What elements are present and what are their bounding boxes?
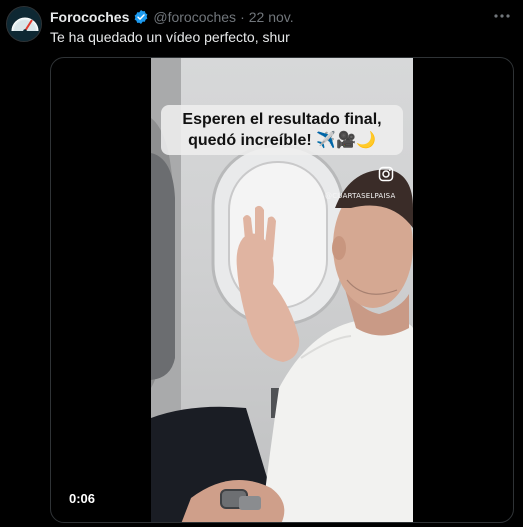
video-duration: 0:06 [63, 489, 102, 508]
caption-line-1: Esperen el resultado final, [182, 111, 382, 128]
tweet-date[interactable]: 22 nov. [249, 9, 294, 25]
video-frame[interactable]: Esperen el resultado final, quedó increí… [151, 58, 413, 522]
video-watermark: @CUARTASELPAISA [325, 192, 396, 200]
verified-badge-icon [133, 9, 149, 25]
author-handle[interactable]: @forocoches [153, 9, 236, 25]
separator-dot: · [240, 9, 245, 25]
video-player[interactable]: Esperen el resultado final, quedó increí… [50, 57, 514, 523]
caption-line-2: quedó increíble! ✈️🎥🌙 [188, 132, 376, 149]
more-icon[interactable] [493, 9, 511, 23]
forocoches-logo-icon [7, 7, 41, 41]
video-caption: Esperen el resultado final, quedó increí… [161, 105, 403, 155]
tweet: Forocoches @forocoches · 22 nov. Te ha q… [0, 0, 523, 527]
tweet-text: Te ha quedado un vídeo perfecto, shur [50, 29, 290, 45]
instagram-icon [378, 166, 394, 182]
avatar[interactable] [6, 6, 42, 42]
tweet-header: Forocoches @forocoches · 22 nov. [50, 8, 493, 26]
author-name[interactable]: Forocoches [50, 9, 129, 25]
